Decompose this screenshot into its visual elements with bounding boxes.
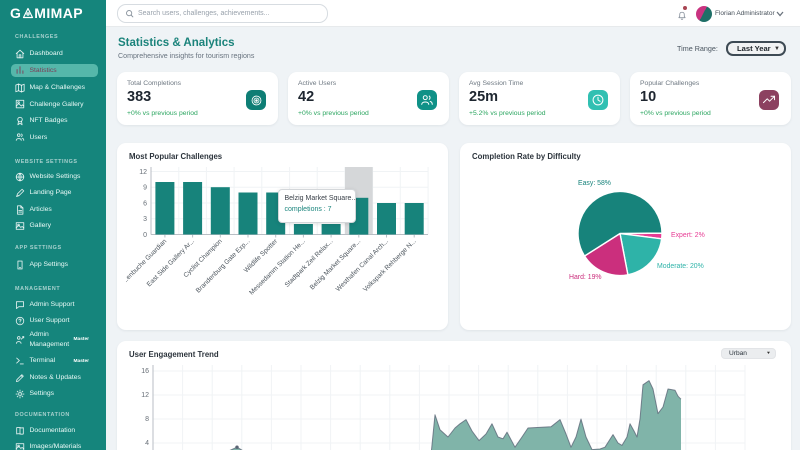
svg-text:Volkspark Rehberge N...: Volkspark Rehberge N... xyxy=(362,238,418,294)
svg-text:3: 3 xyxy=(143,216,147,223)
svg-text:12: 12 xyxy=(139,169,147,176)
svg-text:Belzig Market Square...: Belzig Market Square... xyxy=(309,238,363,292)
svg-text:6: 6 xyxy=(143,200,147,207)
svg-text:12: 12 xyxy=(141,392,149,399)
svg-text:East Side Gallery Ar...: East Side Gallery Ar... xyxy=(146,238,196,288)
svg-text:8: 8 xyxy=(145,416,149,423)
svg-text:16: 16 xyxy=(141,368,149,375)
svg-text:Brandenburg Gate Exp...: Brandenburg Gate Exp... xyxy=(195,238,252,295)
svg-text:Messedamm Station He...: Messedamm Station He... xyxy=(248,238,307,297)
svg-text:Westhafen Canal Arch...: Westhafen Canal Arch... xyxy=(335,238,390,293)
svg-text:9: 9 xyxy=(143,185,147,192)
svg-text:4: 4 xyxy=(145,440,149,447)
svg-text:0: 0 xyxy=(143,232,147,239)
svg-text:Stadtpark Zeil Relax...: Stadtpark Zeil Relax... xyxy=(284,238,335,289)
